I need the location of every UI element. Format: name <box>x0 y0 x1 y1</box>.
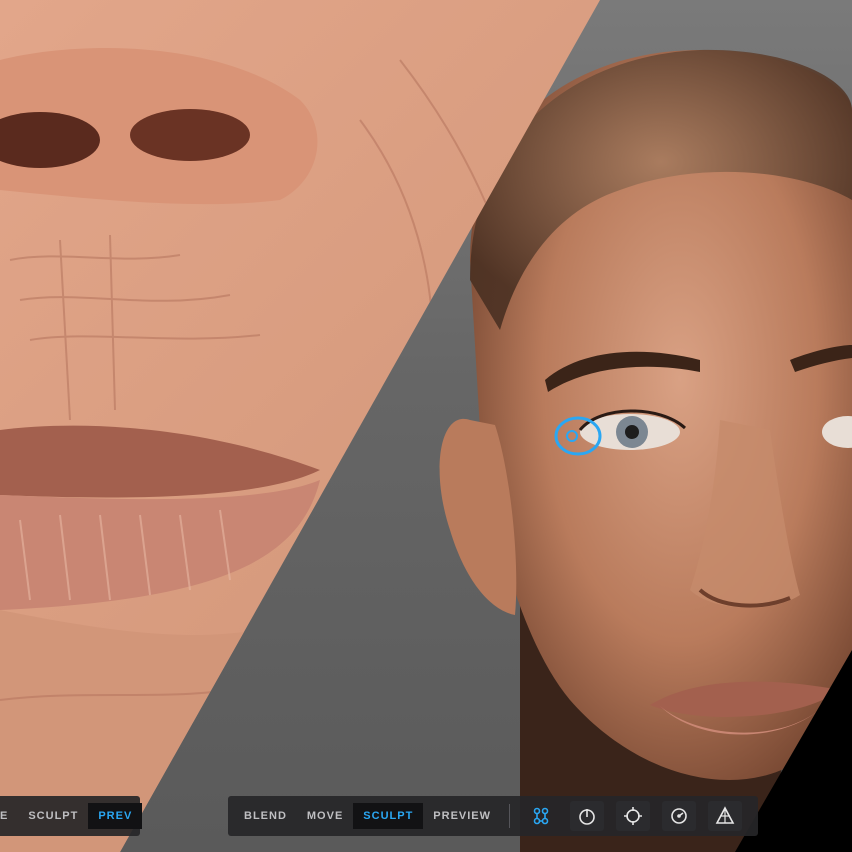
power-circle-icon <box>579 809 595 825</box>
ghost-mode-preview: PREV <box>88 803 143 829</box>
symmetry-links-icon <box>533 807 549 825</box>
toolbar-separator <box>509 804 511 828</box>
head-target-tool-button[interactable] <box>616 801 651 831</box>
dial-tool-button[interactable] <box>662 801 697 831</box>
app-stage: E SCULPT PREV BLEND MOVE SCULPT PREVIEW <box>0 0 852 852</box>
mode-sculpt-button[interactable]: SCULPT <box>353 803 424 829</box>
symmetry-tool-button[interactable] <box>524 801 558 831</box>
pyramid-mesh-icon <box>715 806 735 824</box>
mode-preview-button[interactable]: PREVIEW <box>423 803 501 829</box>
ghost-mode-sculpt: SCULPT <box>28 810 79 822</box>
head-target-icon <box>624 807 643 825</box>
mode-move-button[interactable]: MOVE <box>297 803 353 829</box>
mode-toolbar: BLEND MOVE SCULPT PREVIEW <box>228 796 758 836</box>
clock-dial-icon <box>671 808 687 824</box>
mode-blend-button[interactable]: BLEND <box>234 803 297 829</box>
closeup-mode-toolbar: E SCULPT PREV <box>0 796 143 836</box>
ghost-mode-e: E <box>0 810 9 822</box>
power-tool-button[interactable] <box>570 801 605 831</box>
mesh-tool-button[interactable] <box>708 801 743 831</box>
